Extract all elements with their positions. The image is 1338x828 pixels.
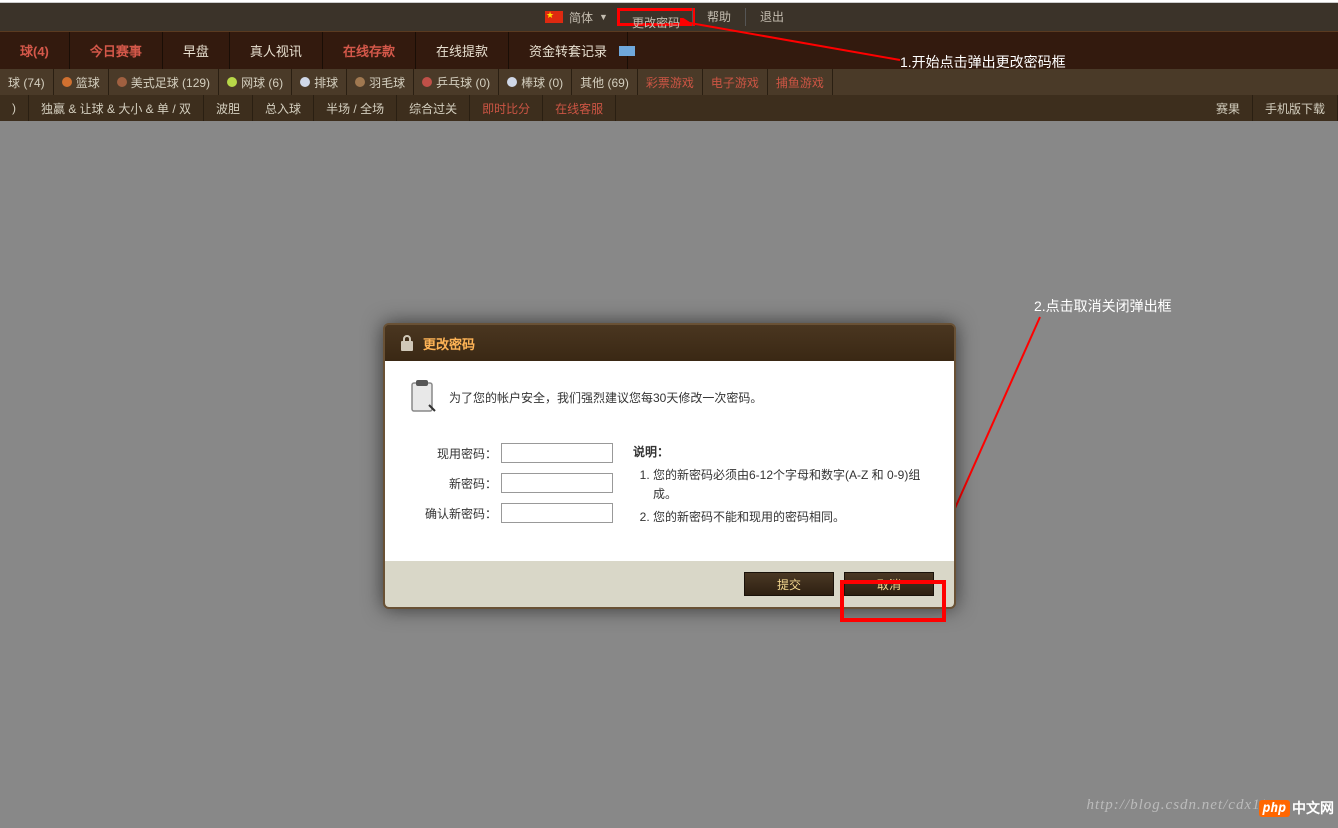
submit-button[interactable]: 提交 [744, 572, 834, 596]
baseball-icon [507, 77, 517, 87]
sub-item[interactable]: 手机版下载 [1253, 95, 1338, 121]
cancel-button[interactable]: 取消 [844, 572, 934, 596]
sport-item[interactable]: 彩票游戏 [638, 69, 703, 95]
sub-item[interactable]: 综合过关 [397, 95, 470, 121]
badminton-icon [355, 77, 365, 87]
instructions: 说明： 您的新密码必须由6-12个字母和数字(A-Z 和 0-9)组成。 您的新… [633, 443, 932, 533]
sport-item[interactable]: 球 (74) [0, 69, 54, 95]
main-nav: 球(4) 今日赛事 早盘 真人视讯 在线存款 在线提款 资金转套记录 [0, 31, 1338, 69]
dialog-footer: 提交 取消 [385, 561, 954, 607]
dialog-notice: 为了您的帐户安全，我们强烈建议您每30天修改一次密码。 [407, 379, 932, 415]
new-password-input[interactable] [501, 473, 613, 493]
instruction-item: 您的新密码不能和现用的密码相同。 [653, 508, 932, 527]
footer-logo: php 中文网 [1259, 798, 1334, 818]
dialog-header: 更改密码 [385, 325, 954, 361]
sport-item[interactable]: 美式足球 (129) [109, 69, 219, 95]
sub-item[interactable]: ) [0, 95, 29, 121]
nav-item[interactable]: 在线提款 [416, 32, 509, 69]
instruction-item: 您的新密码必须由6-12个字母和数字(A-Z 和 0-9)组成。 [653, 466, 932, 504]
sport-item[interactable]: 网球 (6) [219, 69, 292, 95]
sub-nav: ) 独赢 & 让球 & 大小 & 单 / 双 波胆 总入球 半场 / 全场 综合… [0, 95, 1338, 121]
sub-item[interactable]: 半场 / 全场 [314, 95, 397, 121]
flag-icon [545, 11, 563, 23]
sport-item[interactable]: 棒球 (0) [499, 69, 572, 95]
clipboard-icon [407, 379, 437, 415]
confirm-password-input[interactable] [501, 503, 613, 523]
cn-text: 中文网 [1292, 798, 1334, 818]
dialog-title: 更改密码 [423, 334, 475, 353]
lock-icon [399, 334, 415, 352]
volleyball-icon [300, 77, 310, 87]
football-icon [117, 77, 127, 87]
sport-item[interactable]: 排球 [292, 69, 347, 95]
footer-url: http://blog.csdn.net/cdx11 [1086, 797, 1268, 814]
nav-item[interactable]: 在线存款 [323, 32, 416, 69]
basketball-icon [62, 77, 72, 87]
sub-item[interactable]: 波胆 [204, 95, 253, 121]
confirm-password-label: 确认新密码： [407, 505, 501, 522]
language-label: 简体 [569, 9, 593, 26]
help-link[interactable]: 帮助 [692, 8, 745, 26]
sport-item[interactable]: 捕鱼游戏 [768, 69, 833, 95]
sport-item[interactable]: 篮球 [54, 69, 109, 95]
logout-link[interactable]: 退出 [745, 8, 798, 26]
chevron-down-icon: ▼ [599, 12, 608, 22]
tennis-icon [227, 77, 237, 87]
sports-bar: 球 (74) 篮球 美式足球 (129) 网球 (6) 排球 羽毛球 乒乓球 (… [0, 69, 1338, 95]
sub-item[interactable]: 独赢 & 让球 & 大小 & 单 / 双 [29, 95, 204, 121]
annotation-2: 2.点击取消关闭弹出框 [1034, 296, 1172, 316]
sub-item[interactable]: 在线客服 [543, 95, 616, 121]
nav-item[interactable]: 球(4) [0, 32, 70, 69]
form-area: 现用密码： 新密码： 确认新密码： 说明： 您的新密码必须由6-12个字母和数字… [407, 443, 932, 533]
pingpong-icon [422, 77, 432, 87]
sub-item[interactable]: 即时比分 [470, 95, 543, 121]
sport-item[interactable]: 乒乓球 (0) [414, 69, 499, 95]
sport-item[interactable]: 电子游戏 [703, 69, 768, 95]
sub-item[interactable]: 赛果 [1204, 95, 1253, 121]
language-selector[interactable]: 简体 ▼ [533, 9, 620, 26]
instructions-title: 说明： [633, 443, 932, 460]
top-menu: 简体 ▼ 更改密码 帮助 退出 [0, 3, 1338, 31]
new-password-label: 新密码： [407, 475, 501, 492]
change-password-link[interactable]: 更改密码 [617, 8, 695, 26]
current-password-input[interactable] [501, 443, 613, 463]
annotation-1: 1.开始点击弹出更改密码框 [900, 52, 1066, 72]
notice-text: 为了您的帐户安全，我们强烈建议您每30天修改一次密码。 [449, 389, 762, 406]
nav-item[interactable]: 资金转套记录 [509, 32, 628, 69]
form-fields: 现用密码： 新密码： 确认新密码： [407, 443, 613, 533]
nav-item[interactable]: 今日赛事 [70, 32, 163, 69]
change-password-dialog: 更改密码 为了您的帐户安全，我们强烈建议您每30天修改一次密码。 现用密码： 新… [383, 323, 956, 609]
sub-item[interactable]: 总入球 [253, 95, 314, 121]
current-password-label: 现用密码： [407, 445, 501, 462]
sport-item[interactable]: 羽毛球 [347, 69, 414, 95]
nav-item[interactable]: 早盘 [163, 32, 230, 69]
sport-item[interactable]: 其他 (69) [572, 69, 638, 95]
nav-item[interactable]: 真人视讯 [230, 32, 323, 69]
php-badge: php [1259, 800, 1290, 817]
dialog-body: 为了您的帐户安全，我们强烈建议您每30天修改一次密码。 现用密码： 新密码： 确… [385, 361, 954, 561]
